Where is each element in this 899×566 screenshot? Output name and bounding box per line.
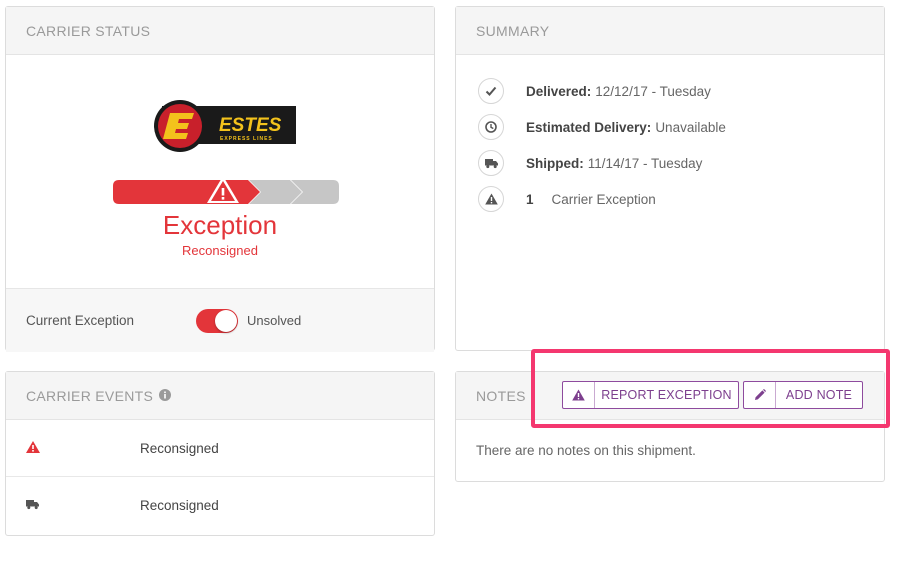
exception-count: 1	[526, 191, 534, 207]
exception-toggle[interactable]	[196, 309, 238, 333]
carrier-events-panel: CARRIER EVENTS Reconsigned Reconsigned	[5, 371, 435, 536]
event-text: Reconsigned	[140, 498, 219, 513]
summary-title: SUMMARY	[456, 7, 884, 55]
toggle-label: Unsolved	[247, 313, 302, 328]
current-exception-row: Current Exception Unsolved	[6, 288, 434, 352]
report-exception-label: REPORT EXCEPTION	[601, 388, 732, 402]
summary-panel: SUMMARY Delivered: 12/12/17 - Tuesday Es…	[455, 6, 885, 351]
event-row: Reconsigned	[6, 420, 434, 477]
truck-icon	[478, 150, 504, 176]
summary-label: Estimated Delivery:	[526, 119, 652, 135]
summary-label: Shipped:	[526, 155, 584, 171]
warning-icon	[478, 186, 504, 212]
pencil-icon	[744, 382, 776, 408]
check-icon	[478, 78, 504, 104]
summary-item-exceptions: 1 Carrier Exception	[478, 185, 656, 213]
carrier-events-title: CARRIER EVENTS	[26, 387, 154, 404]
summary-label: Delivered:	[526, 83, 592, 99]
logo-text: ESTES	[219, 115, 282, 136]
clock-icon	[478, 114, 504, 140]
summary-value: Unavailable	[655, 119, 726, 135]
report-exception-button[interactable]: REPORT EXCEPTION	[562, 381, 739, 409]
summary-value: 11/14/17 - Tuesday	[587, 155, 703, 171]
status-detail: Reconsigned	[182, 243, 258, 258]
warning-icon	[563, 382, 595, 408]
carrier-status-panel: CARRIER STATUS ESTES EXPRESS LINES Excep…	[5, 6, 435, 352]
info-icon[interactable]	[159, 388, 172, 404]
summary-item-estimated: Estimated Delivery: Unavailable	[478, 113, 726, 141]
summary-item-delivered: Delivered: 12/12/17 - Tuesday	[478, 77, 711, 105]
carrier-logo: ESTES EXPRESS LINES	[154, 99, 296, 153]
carrier-events-header: CARRIER EVENTS	[6, 372, 434, 420]
carrier-status-title: CARRIER STATUS	[6, 7, 434, 55]
warning-icon	[26, 441, 40, 456]
summary-item-shipped: Shipped: 11/14/17 - Tuesday	[478, 149, 702, 177]
progress-segment-exception	[113, 180, 260, 204]
summary-value: 12/12/17 - Tuesday	[595, 83, 711, 99]
shipment-progress-bar	[113, 176, 339, 204]
add-note-button[interactable]: ADD NOTE	[743, 381, 863, 409]
add-note-label: ADD NOTE	[785, 388, 853, 402]
toggle-knob	[215, 310, 237, 332]
current-exception-label: Current Exception	[26, 313, 135, 328]
summary-value: Carrier Exception	[551, 191, 656, 207]
truck-icon	[26, 498, 39, 513]
event-text: Reconsigned	[140, 440, 219, 456]
status-label: Exception	[162, 210, 278, 240]
notes-empty-message: There are no notes on this shipment.	[476, 443, 696, 458]
logo-subtext: EXPRESS LINES	[220, 136, 273, 142]
event-row: Reconsigned	[6, 477, 434, 534]
